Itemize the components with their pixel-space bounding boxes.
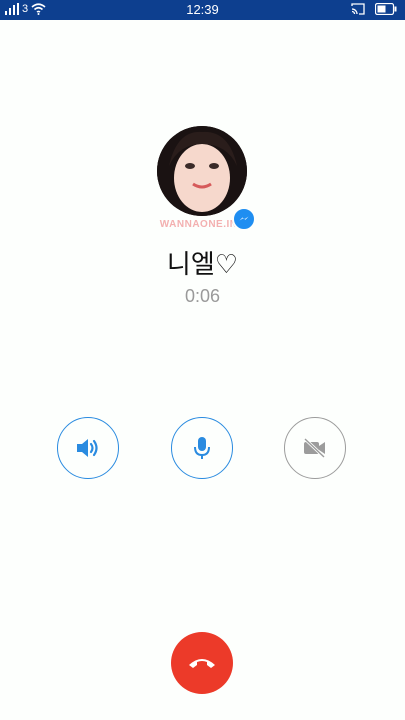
messenger-icon	[232, 207, 256, 231]
status-time: 12:39	[186, 2, 219, 17]
video-off-icon	[303, 437, 326, 459]
end-call-button[interactable]	[171, 632, 233, 694]
status-right	[351, 3, 397, 15]
speaker-icon	[77, 439, 98, 457]
mute-button[interactable]	[171, 417, 233, 479]
video-toggle-button[interactable]	[284, 417, 346, 479]
avatar-face	[157, 126, 247, 216]
call-duration: 0:06	[184, 286, 221, 306]
speaker-button[interactable]	[57, 417, 119, 479]
caller-avatar	[157, 126, 247, 216]
battery-icon	[375, 3, 397, 15]
status-bar: 3 12:39	[0, 0, 405, 20]
phone-hangup-icon	[189, 659, 215, 668]
cast-icon	[351, 3, 365, 15]
caller-name: 니엘♡	[166, 250, 239, 280]
microphone-icon	[194, 437, 210, 459]
